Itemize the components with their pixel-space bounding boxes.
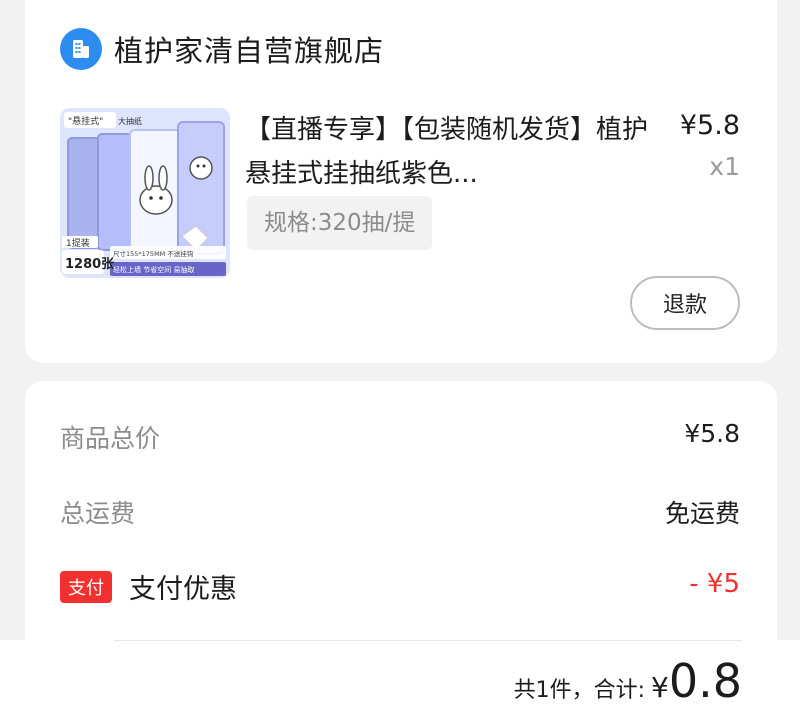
store-name[interactable]: 植护家清自营旗舰店: [114, 28, 384, 70]
refund-button[interactable]: 退款: [630, 276, 740, 330]
thumb-bottom-note: 轻松上墙 节省空间 易抽取: [113, 265, 194, 274]
thumb-pack-label: 1提装: [66, 237, 90, 249]
store-building-icon: [60, 28, 102, 70]
pay-discount-value: - ¥5: [689, 569, 740, 599]
goods-total-value: ¥5.8: [684, 419, 740, 448]
product-spec-tag: 规格:320抽/提: [247, 196, 433, 250]
store-header[interactable]: 植护家清自营旗舰店: [60, 28, 384, 70]
pay-discount-label: 支付优惠: [129, 574, 237, 605]
thumb-top-tag2: 大抽纸: [118, 116, 142, 126]
product-price: ¥5.8: [679, 110, 740, 141]
order-total: 共1件，合计: ¥ 0.8: [514, 654, 742, 708]
thumb-top-tag: "悬挂式": [68, 115, 103, 127]
shipping-label: 总运费: [60, 499, 136, 528]
bottom-total-bar: 共1件，合计: ¥ 0.8: [0, 640, 800, 723]
thumb-size-note: 尺寸155*175MM 不送挂钩: [113, 249, 194, 258]
product-title[interactable]: 【直播专享】【包装随机发货】植护悬挂式挂抽纸紫色...: [245, 108, 665, 196]
shipping-value: 免运费: [664, 499, 740, 528]
bottom-divider: [114, 640, 742, 641]
goods-total-label: 商品总价: [60, 424, 161, 453]
total-currency: ¥: [651, 671, 669, 704]
total-amount: 0.8: [668, 654, 742, 708]
product-thumbnail[interactable]: "悬挂式" 大抽纸 1提装 1280张 尺寸155*175MM 不送挂钩 轻松上…: [60, 108, 230, 278]
thumb-count-label: 1280张: [65, 257, 115, 272]
pay-badge: 支付: [60, 571, 112, 603]
total-label: 共1件，合计:: [513, 678, 646, 703]
product-quantity: x1: [709, 152, 740, 181]
order-store-card: 植护家清自营旗舰店 "悬挂式" 大抽纸 1提装 1280张 尺寸155*175M…: [25, 0, 777, 363]
